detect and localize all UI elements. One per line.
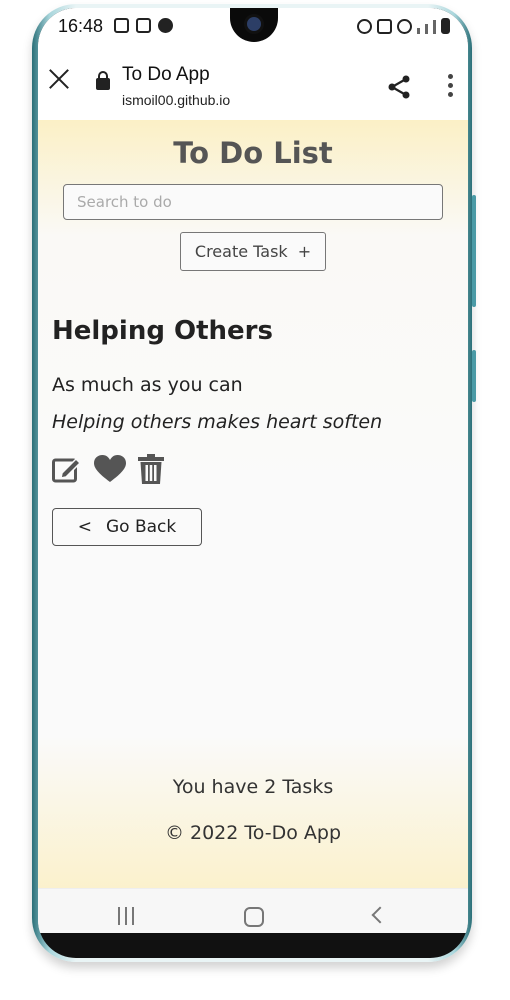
media-icon — [158, 18, 173, 33]
todo-app: To Do List Create Task + Helping Others … — [38, 120, 468, 890]
browser-page-title: To Do App — [122, 64, 210, 85]
back-icon[interactable] — [371, 906, 389, 924]
android-nav-bar — [38, 888, 468, 933]
edit-icon[interactable] — [52, 455, 82, 483]
browser-toolbar: To Do App ismoil00.github.io — [38, 46, 468, 120]
heart-icon[interactable] — [94, 455, 126, 483]
search-input[interactable] — [63, 184, 443, 220]
signal-icon — [417, 28, 420, 34]
instagram-icon — [136, 18, 151, 33]
volume-button — [472, 195, 476, 307]
mute-icon — [377, 19, 392, 34]
close-icon[interactable] — [46, 66, 72, 92]
more-vert-icon[interactable] — [448, 74, 454, 98]
front-camera — [244, 14, 264, 34]
task-title: Helping Others — [52, 316, 273, 346]
phone-screen: 16:48 To Do App ismoil00.github.io To Do… — [38, 8, 468, 958]
home-icon[interactable] — [244, 907, 264, 927]
status-notification-icons — [114, 18, 173, 33]
trash-icon[interactable] — [138, 454, 164, 484]
status-bar: 16:48 — [38, 8, 468, 46]
power-button — [472, 350, 476, 402]
gallery-icon — [114, 18, 129, 33]
go-back-label: Go Back — [106, 517, 177, 537]
share-icon[interactable] — [386, 74, 412, 100]
signal-icon — [433, 20, 436, 34]
status-system-icons — [357, 18, 450, 34]
status-time: 16:48 — [58, 16, 104, 36]
alarm-icon — [357, 19, 372, 34]
page-title: To Do List — [173, 136, 333, 170]
task-description: Helping others makes heart soften — [52, 411, 383, 433]
go-back-button[interactable]: < Go Back — [52, 508, 202, 546]
task-count: You have 2 Tasks — [172, 776, 334, 798]
battery-icon — [441, 18, 450, 34]
screen-content: 16:48 To Do App ismoil00.github.io To Do… — [38, 8, 468, 933]
back-arrow-icon: < — [77, 517, 92, 537]
lock-icon — [96, 71, 110, 90]
recent-apps-icon[interactable] — [118, 907, 138, 925]
task-subtitle: As much as you can — [52, 374, 243, 396]
browser-url[interactable]: ismoil00.github.io — [122, 92, 230, 108]
plus-icon: + — [297, 242, 312, 261]
wifi-icon — [397, 19, 412, 34]
task-actions — [52, 454, 164, 484]
create-task-label: Create Task — [194, 242, 288, 261]
copyright: © 2022 To-Do App — [164, 822, 342, 844]
create-task-button[interactable]: Create Task + — [180, 232, 326, 271]
signal-icon — [425, 24, 428, 34]
